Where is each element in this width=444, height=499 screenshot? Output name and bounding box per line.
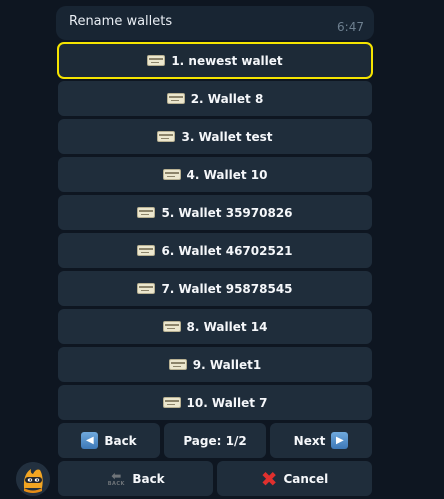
back-arrow-icon: ⬅ BACK xyxy=(107,468,125,487)
cancel-button-label: Cancel xyxy=(283,471,329,486)
wallet-button-label: 9. Wallet1 xyxy=(192,357,262,372)
arrow-left-icon: ◀ xyxy=(81,432,99,449)
wallet-button-label: 4. Wallet 10 xyxy=(186,167,268,182)
message-time: 6:47 xyxy=(337,20,364,34)
wallet-icon xyxy=(147,55,166,66)
ninja-avatar-icon xyxy=(16,462,50,496)
pagination-next-button[interactable]: Next ▶ xyxy=(270,423,372,458)
wallet-button-1[interactable]: 1. newest wallet xyxy=(57,42,373,79)
pagination-back-button[interactable]: ◀ Back xyxy=(58,423,160,458)
footer-row: ⬅ BACK Back ✖ Cancel xyxy=(56,461,374,496)
wallet-button-label: 10. Wallet 7 xyxy=(186,395,268,410)
wallet-button-3[interactable]: 3. Wallet test xyxy=(58,119,372,154)
wallet-button-label: 1. newest wallet xyxy=(171,53,283,68)
wallet-button-8[interactable]: 8. Wallet 14 xyxy=(58,309,372,344)
message-bubble: Rename wallets 6:47 xyxy=(56,6,374,40)
wallet-icon xyxy=(137,283,156,294)
wallet-icon xyxy=(162,321,181,332)
cancel-button[interactable]: ✖ Cancel xyxy=(217,461,372,496)
wallet-button-4[interactable]: 4. Wallet 10 xyxy=(58,157,372,192)
wallet-icon xyxy=(137,207,156,218)
back-button-label: Back xyxy=(132,471,165,486)
bot-message-block: Rename wallets 6:47 1. newest wallet 2. … xyxy=(56,6,374,496)
wallet-icon xyxy=(168,359,187,370)
back-button[interactable]: ⬅ BACK Back xyxy=(58,461,213,496)
wallet-button-label: 8. Wallet 14 xyxy=(186,319,268,334)
bot-avatar[interactable] xyxy=(16,462,50,496)
wallet-button-10[interactable]: 10. Wallet 7 xyxy=(58,385,372,420)
wallet-button-2[interactable]: 2. Wallet 8 xyxy=(58,81,372,116)
wallet-button-6[interactable]: 6. Wallet 46702521 xyxy=(58,233,372,268)
wallet-button-label: 2. Wallet 8 xyxy=(190,91,264,106)
page-indicator-label: Page: 1/2 xyxy=(183,433,247,448)
wallet-button-9[interactable]: 9. Wallet1 xyxy=(58,347,372,382)
back-icon-text: BACK xyxy=(107,480,125,487)
wallet-button-7[interactable]: 7. Wallet 95878545 xyxy=(58,271,372,306)
arrow-right-icon: ▶ xyxy=(331,432,349,449)
wallet-button-label: 6. Wallet 46702521 xyxy=(161,243,293,258)
cancel-x-icon: ✖ xyxy=(260,466,278,491)
wallet-icon xyxy=(162,397,181,408)
page-indicator-button[interactable]: Page: 1/2 xyxy=(164,423,266,458)
pagination-next-label: Next xyxy=(293,433,326,448)
wallet-icon xyxy=(166,93,185,104)
pagination-row: ◀ Back Page: 1/2 Next ▶ xyxy=(56,423,374,458)
wallet-icon xyxy=(157,131,176,142)
wallet-button-label: 5. Wallet 35970826 xyxy=(161,205,293,220)
wallet-button-5[interactable]: 5. Wallet 35970826 xyxy=(58,195,372,230)
message-text: Rename wallets xyxy=(69,14,173,29)
wallet-button-label: 7. Wallet 95878545 xyxy=(161,281,293,296)
wallet-icon xyxy=(162,169,181,180)
pagination-back-label: Back xyxy=(104,433,137,448)
wallet-button-label: 3. Wallet test xyxy=(181,129,273,144)
wallet-icon xyxy=(137,245,156,256)
